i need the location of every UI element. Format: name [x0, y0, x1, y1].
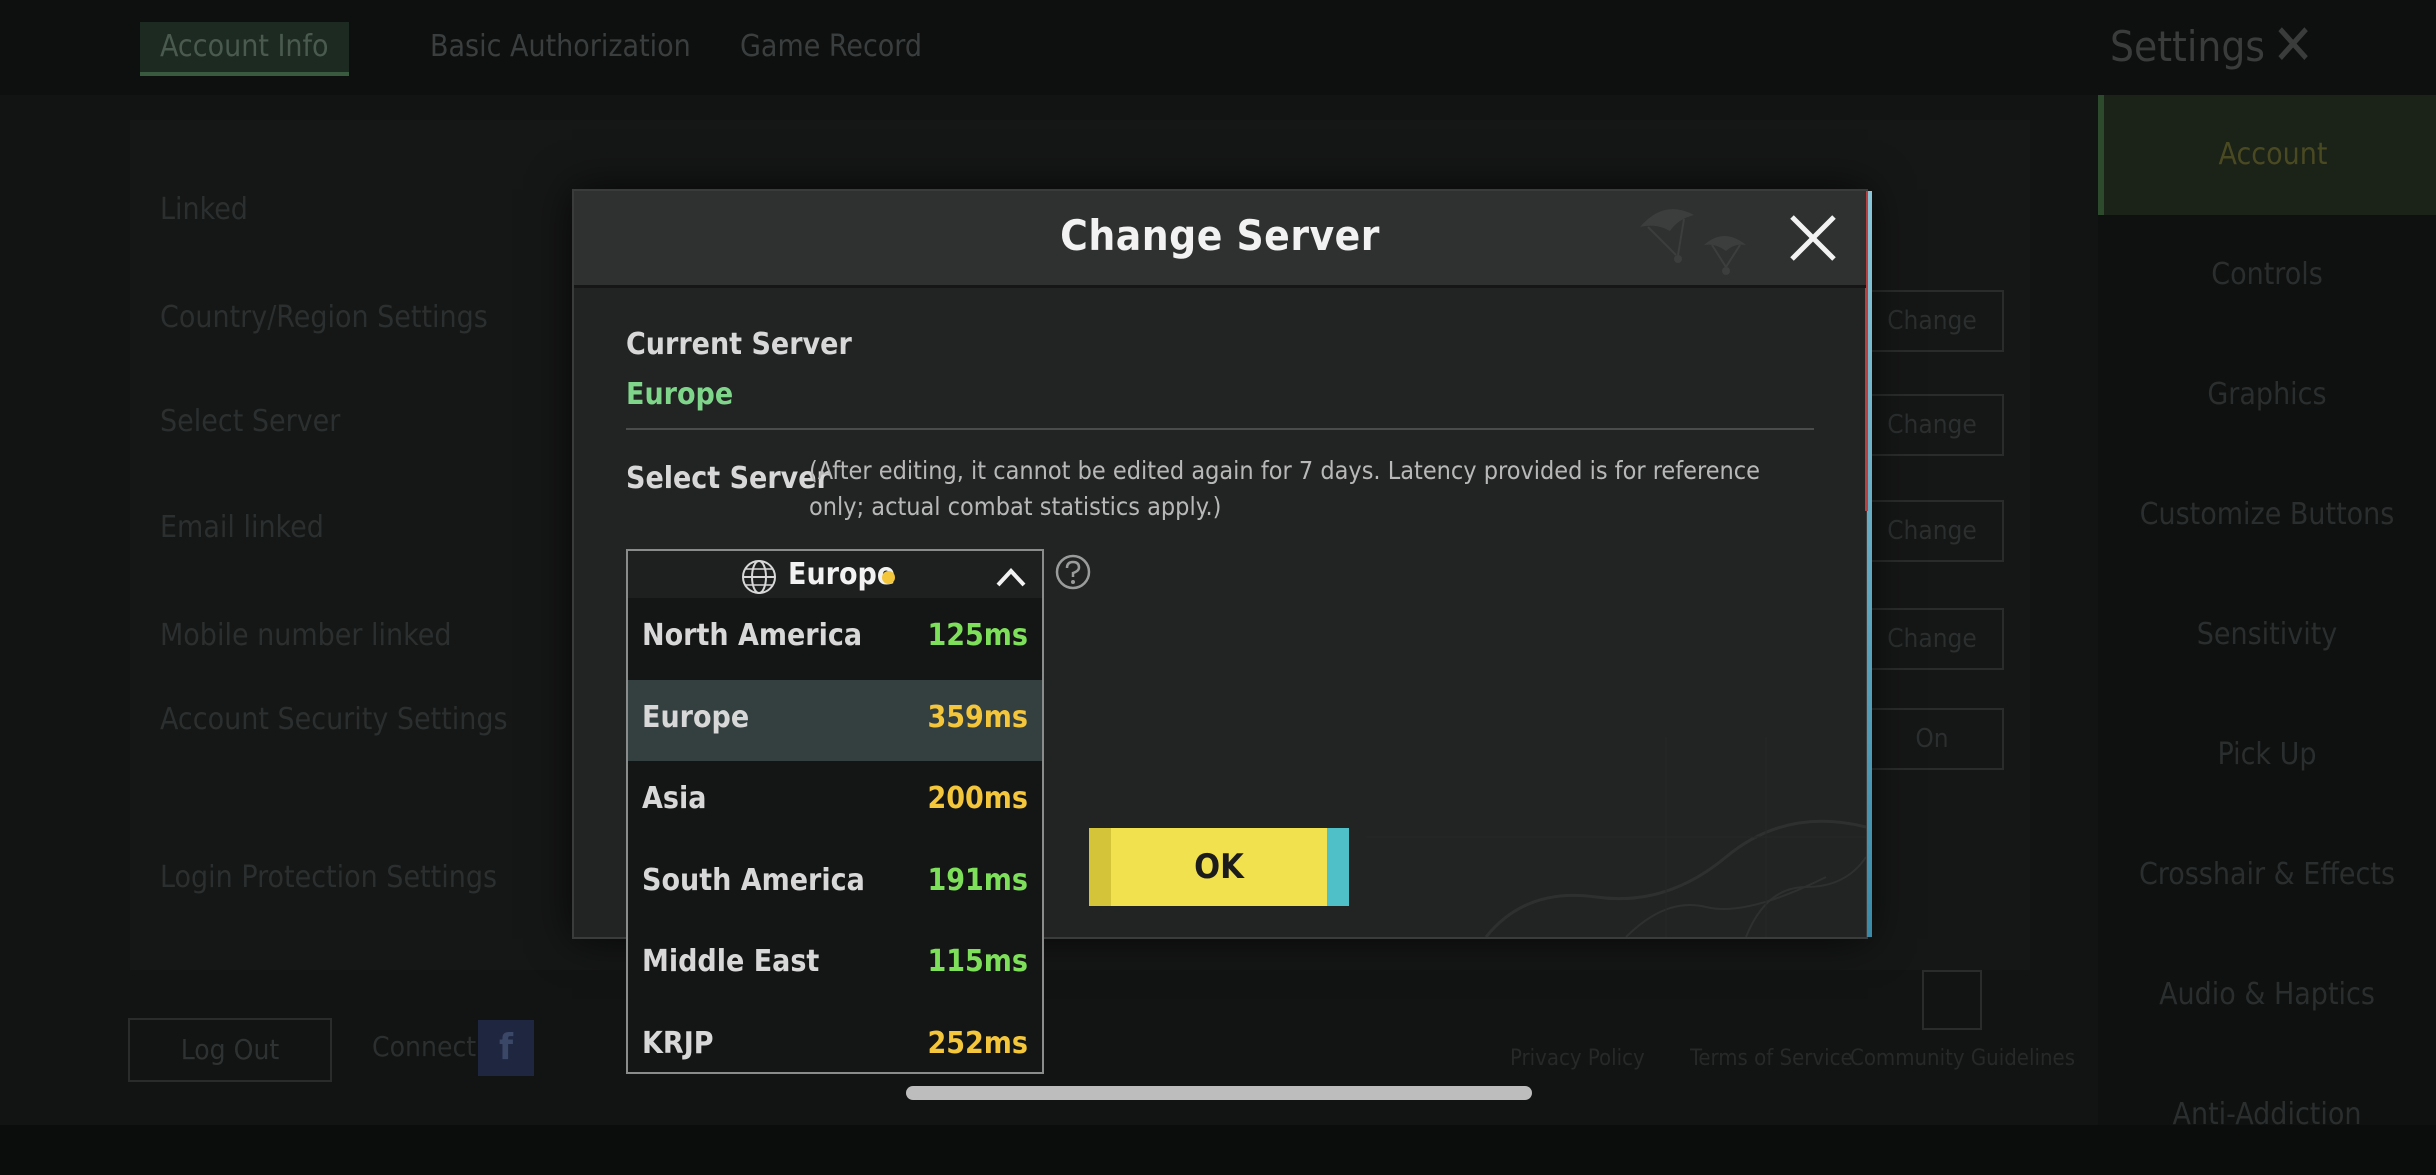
- dialog-header: Change Server: [574, 191, 1866, 288]
- server-latency: 200ms: [927, 781, 1028, 816]
- facebook-icon[interactable]: f: [478, 1020, 534, 1076]
- tab-basic-authorization[interactable]: Basic Authorization: [410, 22, 711, 72]
- change-button[interactable]: Change: [1860, 500, 2004, 562]
- row-account-security: Account Security Settings: [160, 702, 508, 737]
- map-background-decoration: [1366, 737, 1866, 937]
- row-email: Email linked: [160, 510, 324, 545]
- sidebar-item-customize-buttons[interactable]: Customize Buttons: [2098, 455, 2436, 575]
- server-change-note: (After editing, it cannot be edited agai…: [809, 456, 1761, 521]
- row-linked: Linked: [160, 192, 248, 227]
- settings-top-bar: [0, 0, 2436, 95]
- chevron-up-icon[interactable]: [994, 561, 1028, 591]
- terms-of-service-link[interactable]: Terms of Service: [1690, 1046, 1853, 1071]
- server-option[interactable]: North America 125ms: [628, 598, 1042, 679]
- server-option[interactable]: Asia 200ms: [628, 761, 1042, 842]
- sidebar-item-controls[interactable]: Controls: [2098, 215, 2436, 335]
- server-name: North America: [642, 618, 863, 653]
- server-option[interactable]: Middle East 115ms: [628, 924, 1042, 1005]
- dropdown-selected-value: Europe: [788, 557, 896, 592]
- sidebar-item-graphics[interactable]: Graphics: [2098, 335, 2436, 455]
- settings-close-icon[interactable]: ✕: [2272, 18, 2314, 74]
- connect-label: Connect: [372, 1030, 477, 1063]
- tab-game-record[interactable]: Game Record: [720, 22, 942, 72]
- status-dot: [882, 571, 895, 584]
- row-mobile: Mobile number linked: [160, 618, 452, 653]
- privacy-policy-link[interactable]: Privacy Policy: [1510, 1046, 1645, 1071]
- server-dropdown[interactable]: Europe: [626, 549, 1044, 603]
- server-option[interactable]: KRJP 252ms: [628, 1006, 1042, 1072]
- row-login-protection: Login Protection Settings: [160, 860, 498, 895]
- server-latency: 115ms: [927, 944, 1028, 979]
- server-option[interactable]: South America 191ms: [628, 843, 1042, 924]
- change-button[interactable]: Change: [1860, 394, 2004, 456]
- sidebar-item-sensitivity[interactable]: Sensitivity: [2098, 575, 2436, 695]
- globe-icon: [742, 560, 776, 594]
- parachute-icon: [1640, 209, 1746, 275]
- server-option[interactable]: Europe 359ms: [628, 680, 1042, 761]
- divider: [626, 428, 1814, 430]
- sidebar-item-anti-addiction[interactable]: Anti-Addiction: [2098, 1055, 2436, 1175]
- current-server-value: Europe: [626, 377, 734, 412]
- sidebar-item-crosshair[interactable]: Crosshair & Effects: [2098, 815, 2436, 935]
- tab-account-info[interactable]: Account Info: [140, 22, 349, 76]
- server-latency: 359ms: [927, 700, 1028, 735]
- server-name: KRJP: [642, 1026, 714, 1061]
- select-server-label: Select Server: [626, 461, 830, 496]
- server-latency: 191ms: [927, 863, 1028, 898]
- ok-button-label: OK: [1194, 847, 1244, 887]
- close-icon[interactable]: [1784, 209, 1842, 267]
- row-select-server: Select Server: [160, 404, 341, 439]
- sidebar-item-account[interactable]: Account: [2098, 95, 2436, 215]
- settings-title: Settings: [2110, 22, 2265, 71]
- help-icon[interactable]: [1922, 970, 1982, 1030]
- server-name: Europe: [642, 700, 750, 735]
- server-latency: 252ms: [927, 1026, 1028, 1061]
- on-button[interactable]: On: [1860, 708, 2004, 770]
- change-button[interactable]: Change: [1860, 608, 2004, 670]
- community-guidelines-link[interactable]: Community Guidelines: [1850, 1046, 2075, 1071]
- current-server-label: Current Server: [626, 327, 852, 362]
- help-icon[interactable]: [1054, 553, 1092, 591]
- server-name: Middle East: [642, 944, 820, 979]
- row-country-region: Country/Region Settings: [160, 300, 488, 335]
- change-button[interactable]: Change: [1860, 290, 2004, 352]
- server-name: South America: [642, 863, 865, 898]
- sidebar-item-audio[interactable]: Audio & Haptics: [2098, 935, 2436, 1055]
- ok-button[interactable]: OK: [1089, 828, 1349, 906]
- log-out-button[interactable]: Log Out: [128, 1018, 332, 1082]
- server-name: Asia: [642, 781, 707, 816]
- server-latency: 125ms: [927, 618, 1028, 653]
- sidebar-item-pick-up[interactable]: Pick Up: [2098, 695, 2436, 815]
- home-indicator[interactable]: [906, 1086, 1532, 1100]
- server-list: North America 125ms Europe 359ms Asia 200ms So…: [626, 598, 1044, 1074]
